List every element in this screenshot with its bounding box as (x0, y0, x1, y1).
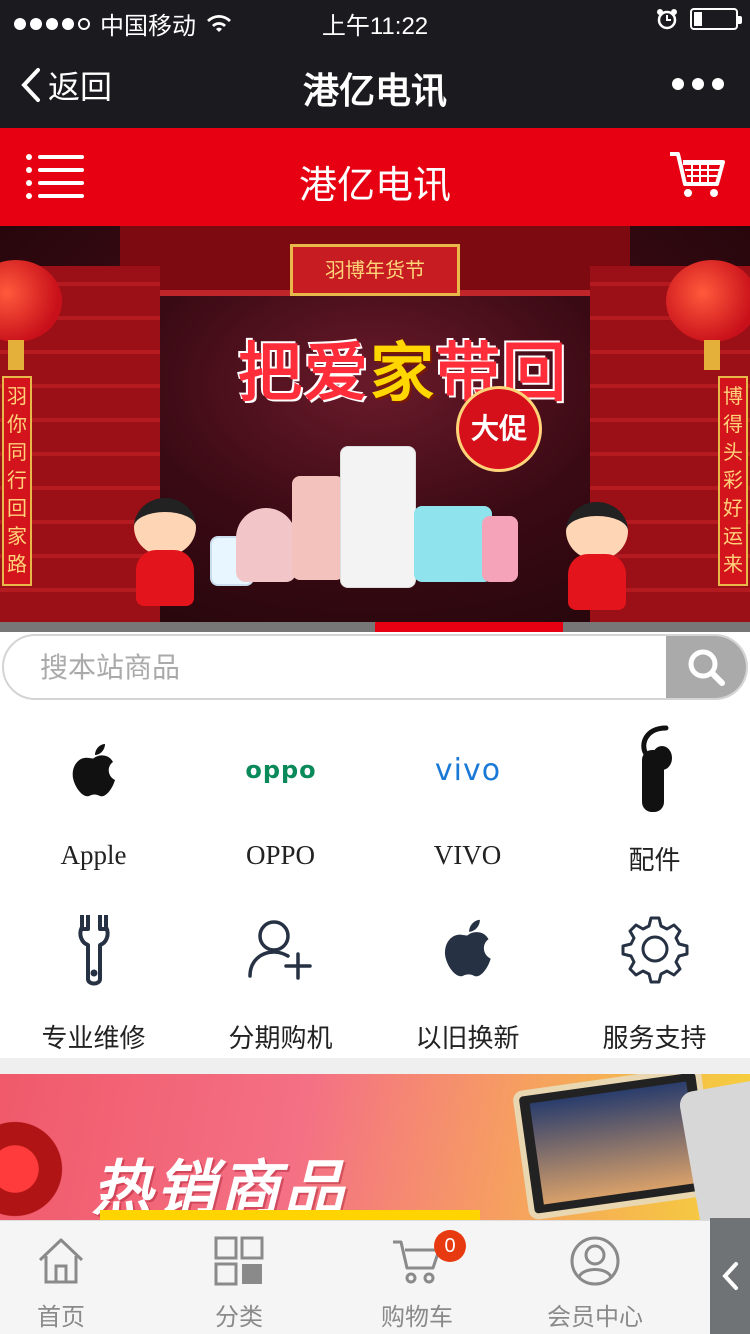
bottom-tab-bar: 首页 分类 购物车 会员中心 (0, 1220, 710, 1334)
hot-products-banner[interactable]: 热销商品 (0, 1074, 750, 1220)
category-installment[interactable]: 分期购机 (187, 880, 374, 1058)
status-time: 上午11:22 (321, 13, 429, 40)
apple-logo-icon (72, 744, 115, 797)
category-label: 配件 (628, 845, 681, 875)
category-vivo[interactable]: vivo VIVO (374, 702, 561, 880)
product-powerbank-pink (292, 476, 344, 580)
wrench-icon (77, 915, 110, 986)
home-icon (38, 1238, 84, 1284)
tab-cart[interactable]: 购物车 (328, 1221, 506, 1334)
category-grid-icon (214, 1236, 264, 1286)
product-speaker (236, 508, 296, 582)
category-repair[interactable]: 专业维修 (0, 880, 187, 1058)
cart-count-badge: 0 (434, 1230, 466, 1262)
status-bar: 中国移动 上午11:22 (0, 0, 750, 40)
kid-figure-left (126, 498, 204, 608)
category-label: Apple (60, 840, 127, 870)
slogan-part-1: 把爱 (238, 336, 370, 411)
product-powerbank-rose (482, 516, 518, 582)
tab-category[interactable]: 分类 (150, 1221, 328, 1334)
gear-icon (621, 916, 688, 984)
search-icon (688, 649, 725, 686)
tab-home[interactable]: 首页 (0, 1221, 150, 1334)
category-label: OPPO (245, 840, 316, 870)
tab-label: 会员中心 (547, 1304, 643, 1331)
category-label: 分期购机 (228, 1023, 333, 1053)
product-powerbank-white (340, 446, 416, 588)
category-label: 服务支持 (602, 1023, 707, 1053)
alarm-icon (657, 9, 677, 30)
user-add-icon (247, 920, 312, 980)
apple-logo-icon (444, 919, 491, 977)
hot-banner-strip (100, 1210, 480, 1220)
tab-label: 分类 (215, 1304, 263, 1331)
site-title: 港亿电讯 (298, 165, 451, 207)
sale-badge: 大促 (456, 386, 542, 472)
chevron-left-icon (722, 1262, 738, 1290)
phone-graphic (677, 1076, 750, 1220)
category-apple[interactable]: Apple (0, 702, 187, 880)
hot-products-title: 热销商品 (92, 1154, 348, 1220)
product-powerbank-cyan (414, 506, 492, 582)
tab-label: 购物车 (381, 1304, 453, 1331)
battery-icon (690, 8, 742, 30)
vivo-logo-text: vivo (434, 756, 500, 786)
couplet-left: 羽你同行回家路 (2, 376, 32, 586)
category-trade-in[interactable]: 以旧换新 (374, 880, 561, 1058)
couplet-right: 博得头彩好运来 (718, 376, 748, 586)
category-accessories[interactable]: 配件 (561, 702, 748, 880)
search-input[interactable] (4, 636, 668, 698)
bluetooth-headset-icon (640, 725, 672, 812)
category-label: 以旧换新 (415, 1023, 520, 1053)
cart-icon[interactable] (668, 150, 726, 200)
search-bar (2, 634, 748, 700)
tab-member[interactable]: 会员中心 (506, 1221, 684, 1334)
category-grid: Apple oppo OPPO vivo VIVO 配件 专业维修 分期购机 以… (0, 702, 750, 1058)
promo-banner[interactable]: 羽博年货节 羽你同行回家路 博得头彩好运来 把爱家带回 大促 (0, 226, 750, 622)
banner-indicator[interactable] (0, 622, 750, 632)
oppo-logo-icon: oppo (245, 759, 316, 783)
oppo-logo-text: oppo (245, 759, 316, 783)
banner-plaque: 羽博年货节 (290, 244, 460, 296)
vivo-logo-icon: vivo (434, 756, 500, 786)
category-label: VIVO (433, 840, 502, 870)
tab-label: 首页 (37, 1304, 85, 1331)
category-oppo[interactable]: oppo OPPO (187, 702, 374, 880)
kid-figure-right (558, 502, 636, 612)
slogan-part-2: 家 (370, 336, 436, 411)
nav-title: 港亿电讯 (302, 70, 447, 111)
collapse-side-button[interactable] (710, 1218, 750, 1334)
banner-indicator-active (375, 622, 563, 632)
more-options-button[interactable] (672, 78, 724, 90)
site-header: 港亿电讯 (0, 128, 750, 226)
lantern-right (666, 260, 750, 370)
headphone-graphic (0, 1114, 70, 1220)
section-divider (0, 1058, 750, 1074)
category-service[interactable]: 服务支持 (561, 880, 748, 1058)
search-button[interactable] (666, 636, 746, 698)
category-label: 专业维修 (41, 1023, 146, 1053)
user-icon (570, 1236, 620, 1286)
nav-bar: 返回 港亿电讯 (0, 40, 750, 128)
